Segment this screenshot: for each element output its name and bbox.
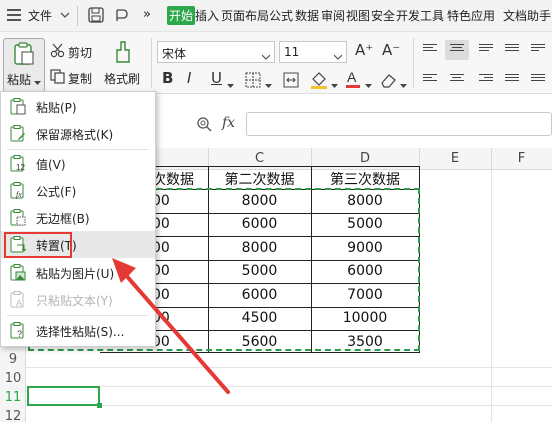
annotation-arrow xyxy=(112,258,230,394)
